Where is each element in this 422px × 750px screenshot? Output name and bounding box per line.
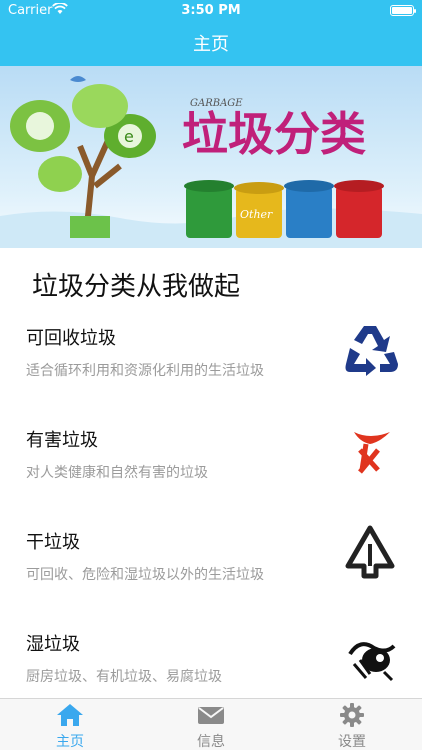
tab-messages[interactable]: 信息	[141, 699, 281, 750]
status-bar: Carrier 3:50 PM	[0, 0, 422, 22]
svg-text:垃圾分类: 垃圾分类	[182, 107, 366, 161]
list-item-dry-waste[interactable]: 干垃圾 可回收、危险和湿垃圾以外的生活垃圾	[0, 516, 422, 616]
item-name: 干垃圾	[26, 532, 80, 553]
mail-icon	[197, 703, 225, 727]
item-description: 厨房垃圾、有机垃圾、易腐垃圾	[26, 669, 222, 685]
dry-waste-icon	[340, 522, 400, 582]
status-time: 3:50 PM	[181, 3, 241, 18]
item-name: 可回收垃圾	[26, 328, 116, 349]
banner-image[interactable]: e GARBAGE 垃圾分类 Other	[0, 66, 422, 248]
list-item-recyclable[interactable]: 可回收垃圾 适合循环利用和资源化利用的生活垃圾	[0, 312, 422, 412]
battery-icon	[390, 5, 416, 16]
home-icon	[56, 703, 84, 727]
navigation-bar: Carrier 3:50 PM 主页	[0, 0, 422, 66]
tab-bar: 主页 信息 设置	[0, 698, 422, 750]
gear-icon	[338, 703, 366, 727]
tab-label: 信息	[197, 734, 225, 750]
recycle-icon	[340, 318, 400, 378]
item-name: 有害垃圾	[26, 430, 98, 451]
page-title: 主页	[193, 34, 229, 55]
hazardous-icon	[340, 420, 400, 480]
item-description: 可回收、危险和湿垃圾以外的生活垃圾	[26, 567, 264, 583]
svg-text:e: e	[124, 127, 134, 146]
item-description: 对人类健康和自然有害的垃圾	[26, 465, 208, 481]
section-title: 垃圾分类从我做起	[32, 272, 241, 302]
wet-waste-icon	[340, 624, 400, 684]
tab-label: 设置	[338, 734, 366, 750]
tab-label: 主页	[56, 734, 84, 750]
banner-illustration: e GARBAGE 垃圾分类 Other	[0, 76, 422, 248]
tab-home[interactable]: 主页	[0, 699, 140, 750]
item-name: 湿垃圾	[26, 634, 80, 655]
item-description: 适合循环利用和资源化利用的生活垃圾	[26, 363, 264, 379]
list-item-hazardous[interactable]: 有害垃圾 对人类健康和自然有害的垃圾	[0, 414, 422, 514]
tab-settings[interactable]: 设置	[282, 699, 422, 750]
svg-text:Other: Other	[240, 208, 273, 221]
